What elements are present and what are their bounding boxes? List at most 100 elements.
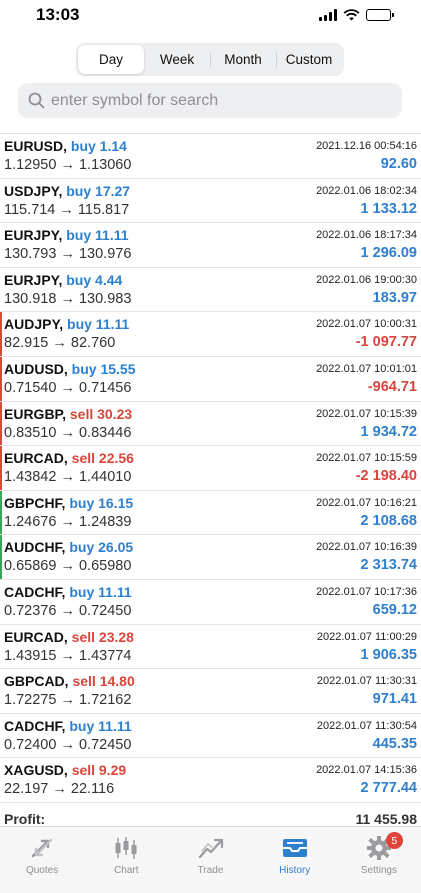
- symbol-name: USDJPY,: [4, 182, 63, 199]
- wifi-icon: [343, 9, 360, 21]
- trade-side-volume: sell 30.23: [69, 405, 133, 422]
- segment-week[interactable]: Week: [144, 45, 210, 74]
- trade-side-volume: buy 11.11: [66, 227, 129, 244]
- trade-profit: 659.12: [372, 601, 417, 618]
- tab-label-chart: Chart: [114, 865, 139, 876]
- trade-side-volume: sell 9.29: [71, 762, 127, 779]
- trade-time: 2022.01.07 10:01:01: [316, 362, 417, 375]
- trade-side-volume: sell 14.80: [72, 673, 135, 690]
- trade-profit: 971.41: [372, 691, 417, 708]
- tab-quotes[interactable]: Quotes: [0, 827, 84, 893]
- trade-row[interactable]: AUDCHF, buy 26.05 0.65869 → 0.65980 2022…: [0, 535, 421, 580]
- symbol-name: EURGBP,: [4, 405, 66, 422]
- symbol-name: EURJPY,: [4, 227, 63, 244]
- trade-prices: 115.714 → 115.817: [4, 201, 130, 218]
- symbol-name: CADCHF,: [4, 717, 66, 734]
- trade-profit: 445.35: [372, 735, 417, 752]
- trade-profit: 1 296.09: [360, 245, 417, 262]
- trade-profit: 1 934.72: [360, 423, 417, 440]
- tab-history[interactable]: History: [253, 827, 337, 893]
- trade-time: 2022.01.07 11:30:31: [316, 675, 417, 688]
- tab-trade[interactable]: Trade: [168, 827, 252, 893]
- trade-symbol: GBPCAD, sell 14.80: [4, 673, 135, 689]
- trade-symbol: EURUSD, buy 1.14: [4, 138, 127, 154]
- trade-row[interactable]: EURCAD, sell 23.28 1.43915 → 1.43774 202…: [0, 625, 421, 670]
- tab-settings[interactable]: 5 Settings: [337, 827, 421, 893]
- trade-prices: 0.72400 → 0.72450: [4, 736, 132, 753]
- trade-time: 2022.01.07 11:00:29: [316, 630, 417, 643]
- segment-day[interactable]: Day: [78, 45, 144, 74]
- trade-history-list: EURUSD, buy 1.14 1.12950 → 1.13060 2021.…: [0, 133, 421, 803]
- trade-prices: 0.72376 → 0.72450: [4, 602, 132, 619]
- chart-icon: [115, 837, 137, 859]
- status-time: 13:03: [36, 5, 80, 24]
- trade-row[interactable]: USDJPY, buy 17.27 115.714 → 115.817 2022…: [0, 179, 421, 224]
- trade-prices: 82.915 → 82.760: [4, 335, 116, 352]
- trade-prices: 0.83510 → 0.83446: [4, 424, 132, 441]
- trade-row[interactable]: AUDUSD, buy 15.55 0.71540 → 0.71456 2022…: [0, 356, 421, 402]
- tab-label-trade: Trade: [197, 865, 224, 876]
- trade-symbol: XAGUSD, sell 9.29: [4, 762, 126, 778]
- trade-symbol: EURJPY, buy 11.11: [4, 227, 129, 243]
- symbol-name: EURCAD,: [4, 628, 68, 645]
- trade-prices: 1.43915 → 1.43774: [4, 647, 132, 664]
- trade-prices: 1.12950 → 1.13060: [4, 157, 132, 173]
- trade-prices: 130.793 → 130.976: [4, 246, 132, 263]
- trade-side-volume: sell 23.28: [71, 628, 134, 645]
- tab-chart[interactable]: Chart: [84, 827, 168, 893]
- trade-side-volume: buy 11.11: [67, 316, 130, 333]
- segment-custom[interactable]: Custom: [276, 45, 342, 74]
- trade-time: 2022.01.07 10:17:36: [316, 585, 417, 598]
- symbol-name: EURCAD,: [4, 450, 68, 467]
- trade-prices: 0.71540 → 0.71456: [4, 379, 132, 396]
- trade-row[interactable]: CADCHF, buy 11.11 0.72400 → 0.72450 2022…: [0, 714, 421, 759]
- trade-side-volume: buy 15.55: [71, 360, 136, 377]
- history-screen: 13:03 Day Week Month Custom EURUSD, buy …: [0, 0, 421, 893]
- trade-row[interactable]: EURUSD, buy 1.14 1.12950 → 1.13060 2021.…: [0, 134, 421, 179]
- symbol-name: EURJPY,: [4, 271, 63, 288]
- trade-row[interactable]: CADCHF, buy 11.11 0.72376 → 0.72450 2022…: [0, 580, 421, 625]
- trade-profit: -2 198.40: [355, 468, 417, 485]
- symbol-name: GBPCAD,: [4, 673, 69, 690]
- trade-symbol: EURCAD, sell 22.56: [4, 450, 134, 466]
- tab-label-settings: Settings: [360, 865, 397, 876]
- trade-time: 2022.01.07 10:15:59: [316, 452, 417, 465]
- trade-side-volume: buy 16.15: [69, 494, 134, 511]
- trade-time: 2022.01.06 19:00:30: [316, 273, 417, 286]
- segment-month[interactable]: Month: [210, 45, 276, 74]
- trade-row[interactable]: EURCAD, sell 22.56 1.43842 → 1.44010 202…: [0, 446, 421, 491]
- trade-row[interactable]: GBPCHF, buy 16.15 1.24676 → 1.24839 2022…: [0, 490, 421, 536]
- history-icon: [282, 839, 307, 857]
- total-profit-value: 11 455.98: [355, 811, 417, 827]
- trade-symbol: AUDJPY, buy 11.11: [4, 316, 129, 332]
- trade-row[interactable]: XAGUSD, sell 9.29 22.197 → 22.116 2022.0…: [0, 758, 421, 803]
- trade-prices: 1.43842 → 1.44010: [4, 469, 132, 486]
- trade-prices: 130.918 → 130.983: [4, 290, 132, 307]
- search-bar: [18, 83, 402, 118]
- trade-row[interactable]: GBPCAD, sell 14.80 1.72275 → 1.72162 202…: [0, 669, 421, 714]
- trade-time: 2022.01.07 14:15:36: [316, 764, 417, 777]
- symbol-search-input[interactable]: [51, 91, 391, 110]
- trade-row[interactable]: AUDJPY, buy 11.11 82.915 → 82.760 2022.0…: [0, 312, 421, 357]
- battery-icon: [366, 9, 394, 21]
- trade-row[interactable]: EURGBP, sell 30.23 0.83510 → 0.83446 202…: [0, 401, 421, 447]
- trade-side-volume: buy 17.27: [66, 182, 131, 199]
- trade-side-volume: buy 26.05: [69, 539, 134, 556]
- trade-row[interactable]: EURJPY, buy 4.44 130.918 → 130.983 2022.…: [0, 268, 421, 313]
- symbol-name: GBPCHF,: [4, 494, 66, 511]
- trade-row[interactable]: EURJPY, buy 11.11 130.793 → 130.976 2022…: [0, 223, 421, 268]
- trade-time: 2022.01.07 10:16:21: [316, 496, 417, 509]
- trade-prices: 0.65869 → 0.65980: [4, 558, 132, 575]
- tab-label-quotes: Quotes: [25, 865, 59, 876]
- symbol-name: AUDUSD,: [4, 360, 68, 377]
- quotes-icon: [31, 838, 53, 858]
- trade-symbol: CADCHF, buy 11.11: [4, 584, 132, 600]
- trade-profit: 92.60: [380, 156, 417, 172]
- trade-symbol: EURCAD, sell 23.28: [4, 629, 134, 645]
- symbol-name: AUDCHF,: [4, 539, 66, 556]
- trade-side-volume: buy 11.11: [69, 583, 132, 600]
- trade-time: 2022.01.07 10:16:39: [316, 541, 417, 554]
- trade-side-volume: buy 1.14: [70, 138, 127, 154]
- trade-symbol: EURJPY, buy 4.44: [4, 272, 122, 288]
- trade-time: 2022.01.07 10:00:31: [316, 318, 417, 331]
